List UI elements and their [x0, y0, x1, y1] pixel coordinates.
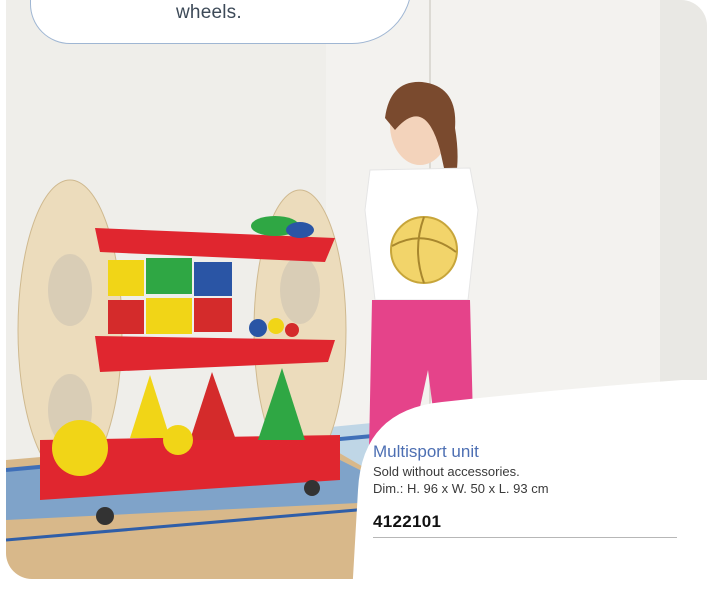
product-note: Sold without accessories. — [373, 464, 520, 479]
speech-bubble-text: wheels. — [176, 2, 242, 23]
product-title: Multisport unit — [373, 442, 479, 461]
product-code: 4122101 — [373, 512, 442, 531]
divider — [373, 537, 677, 538]
multisport-unit-image — [17, 179, 347, 525]
product-dimensions: Dim.: H. 96 x W. 50 x L. 93 cm — [373, 481, 549, 496]
